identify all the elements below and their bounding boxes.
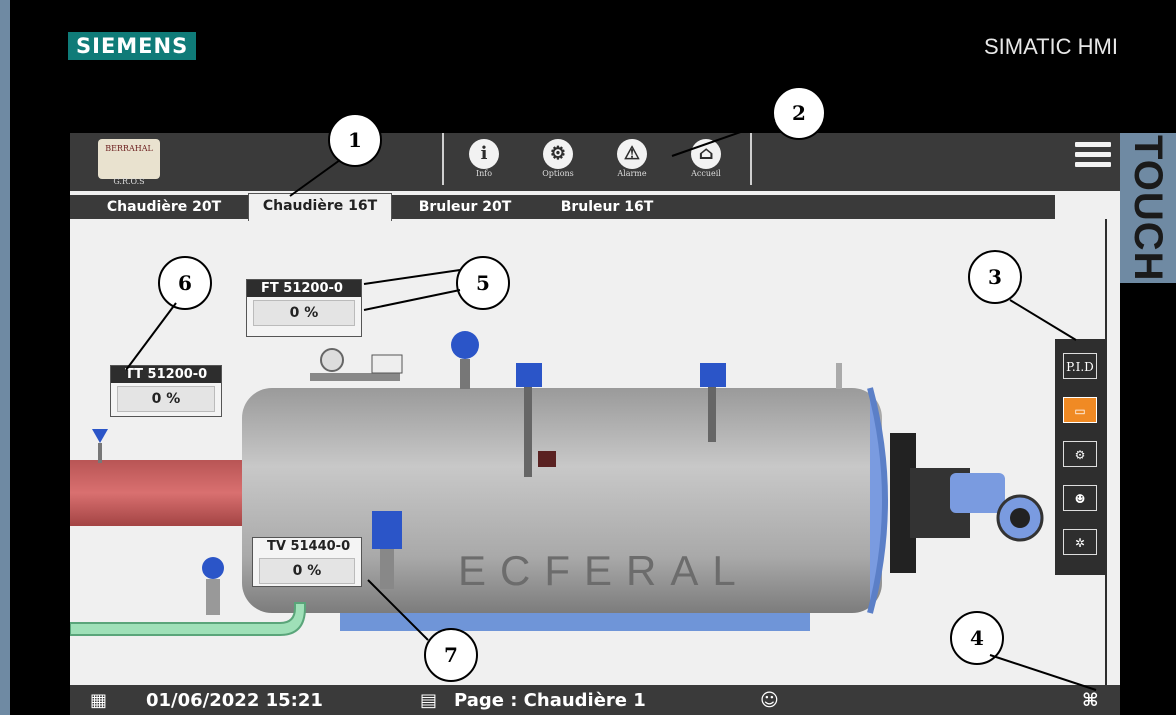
pid-button[interactable]: P.I.D: [1063, 353, 1097, 379]
callout-6: 6: [158, 256, 212, 310]
conveyor-icon: ✲: [1074, 536, 1086, 550]
tt-tag-name: TT 51200-0: [111, 366, 221, 383]
tv-tag-box[interactable]: TV 51440-0 0 %: [252, 537, 362, 587]
pid-label: P.I.D: [1066, 360, 1094, 374]
callout-2: 2: [772, 86, 826, 140]
conveyor-view-button[interactable]: ✲: [1063, 529, 1097, 555]
temperature-sensor: [92, 429, 108, 443]
callout-4: 4: [950, 611, 1004, 665]
ft-tag-name: FT 51200-0: [247, 280, 361, 297]
control-valve-actuator: [372, 511, 402, 549]
tt-tag-value: 0 %: [117, 386, 215, 412]
callout-7: 7: [424, 628, 478, 682]
calendar-icon: ▦: [90, 690, 108, 711]
flue-pipe: [70, 460, 242, 526]
operator-icon: ☻: [1074, 492, 1086, 506]
network-icon[interactable]: ⌘: [1082, 689, 1099, 713]
callout-3: 3: [968, 250, 1022, 304]
level-gauge-head-2: [700, 363, 726, 387]
product-name: SIMATIC HMI: [983, 34, 1118, 59]
tt-tag-box[interactable]: TT 51200-0 0 %: [110, 365, 222, 417]
boiler-brand-text: ECFERAL: [458, 547, 750, 594]
touch-label: TOUCH: [1120, 133, 1176, 283]
callout-5: 5: [456, 256, 510, 310]
page-icon: ▤: [420, 690, 438, 711]
user-icon[interactable]: ☺: [760, 689, 779, 713]
ft-tag-box[interactable]: FT 51200-0 0 %: [246, 279, 362, 337]
tv-tag-value: 0 %: [259, 558, 355, 584]
burner-view-button[interactable]: ⚙: [1063, 441, 1097, 467]
boiler-base: [340, 611, 810, 631]
level-gauge-head: [516, 363, 542, 387]
tv-tag-name: TV 51440-0: [253, 538, 361, 555]
feed-valve: [202, 557, 224, 579]
ft-tag-value: 0 %: [253, 300, 355, 326]
pressure-gauge: [320, 348, 344, 372]
boiler-view-button[interactable]: ▭: [1063, 397, 1097, 423]
operator-view-button[interactable]: ☻: [1063, 485, 1097, 511]
status-page: Page : Chaudière 1: [454, 690, 646, 711]
brand-logo: SIEMENS: [68, 32, 197, 60]
status-bar: ▦ 01/06/2022 15:21 ▤ Page : Chaudière 1 …: [70, 685, 1120, 715]
side-panel: P.I.D ▭ ⚙ ☻ ✲: [1055, 339, 1105, 575]
safety-valve: [451, 331, 479, 359]
boiler-icon: ▭: [1074, 404, 1086, 418]
callout-1: 1: [328, 113, 382, 167]
burner-fan: [950, 473, 1005, 513]
burner-icon: ⚙: [1074, 448, 1086, 462]
status-datetime: 01/06/2022 15:21: [146, 690, 323, 711]
